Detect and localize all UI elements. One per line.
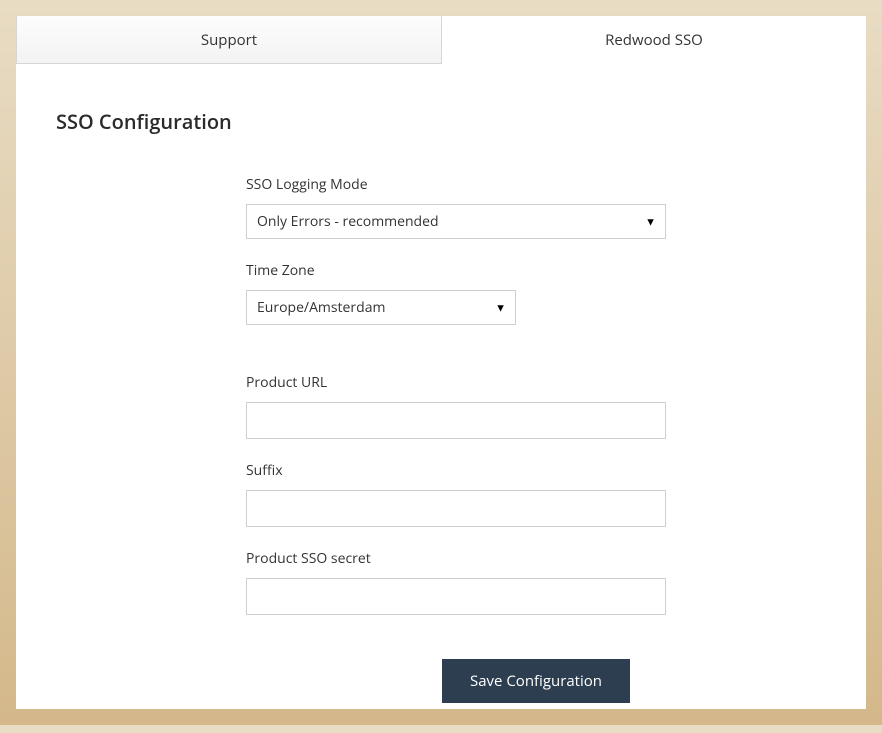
form-spacer <box>246 347 826 373</box>
time-zone-select[interactable]: Europe/Amsterdam <box>246 290 516 325</box>
suffix-input[interactable] <box>246 490 666 527</box>
logging-mode-select[interactable]: Only Errors - recommended <box>246 204 666 239</box>
product-sso-secret-input[interactable] <box>246 578 666 615</box>
logging-mode-select-wrapper: Only Errors - recommended ▼ <box>246 204 666 239</box>
content-area: SSO Configuration SSO Logging Mode Only … <box>16 64 866 733</box>
tab-redwood-sso-label: Redwood SSO <box>605 30 703 50</box>
tab-redwood-sso[interactable]: Redwood SSO <box>442 16 866 64</box>
tab-support[interactable]: Support <box>16 16 442 64</box>
product-url-label: Product URL <box>246 373 826 392</box>
time-zone-label: Time Zone <box>246 261 826 280</box>
time-zone-select-wrapper: Europe/Amsterdam ▼ <box>246 290 516 325</box>
product-url-input[interactable] <box>246 402 666 439</box>
logging-mode-label: SSO Logging Mode <box>246 175 826 194</box>
tab-support-label: Support <box>201 30 257 50</box>
button-row: Save Configuration <box>246 659 826 703</box>
tab-bar: Support Redwood SSO <box>16 16 866 64</box>
product-sso-secret-label: Product SSO secret <box>246 549 826 568</box>
save-configuration-button[interactable]: Save Configuration <box>442 659 630 703</box>
form-area: SSO Logging Mode Only Errors - recommend… <box>56 175 826 703</box>
page-title: SSO Configuration <box>56 108 826 135</box>
suffix-label: Suffix <box>246 461 826 480</box>
settings-panel: Support Redwood SSO SSO Configuration SS… <box>16 16 866 709</box>
